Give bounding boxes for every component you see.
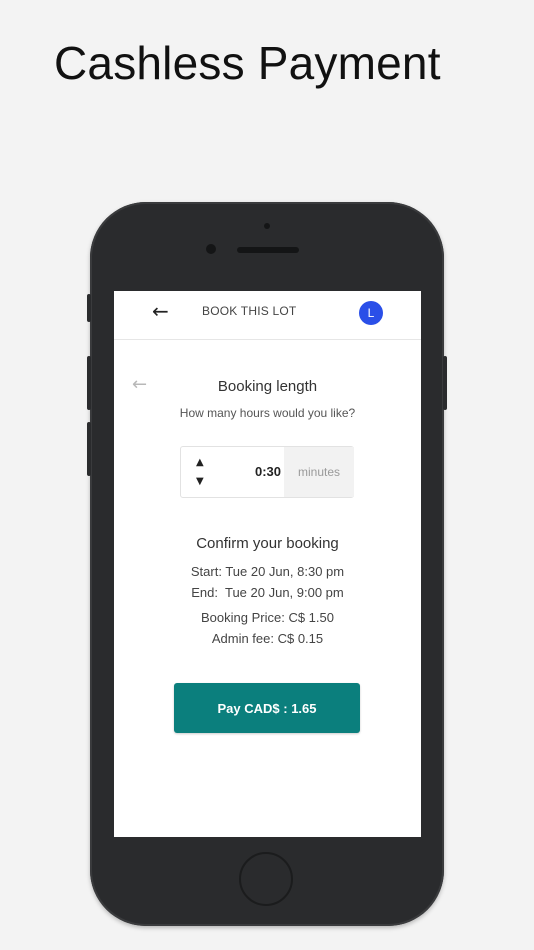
admin-fee: Admin fee: C$ 0.15 <box>211 631 324 646</box>
power-button <box>443 356 447 410</box>
phone-screen: ← BOOK THIS LOT L ← Booking length How m… <box>114 291 421 837</box>
silent-switch <box>87 294 91 322</box>
hours-question: How many hours would you like? <box>179 406 356 420</box>
topbar-title: BOOK THIS LOT <box>202 304 297 318</box>
duration-stepper: ▲ ▼ 0:30 minutes <box>180 446 354 498</box>
front-camera <box>206 244 216 254</box>
earpiece-speaker <box>237 247 299 253</box>
booking-length-heading: Booking length <box>217 378 318 395</box>
avatar[interactable]: L <box>359 301 383 325</box>
volume-up-button <box>87 356 91 410</box>
pay-button[interactable]: Pay CAD$ : 1.65 <box>174 683 360 733</box>
start-time: Start: Tue 20 Jun, 8:30 pm <box>190 564 345 579</box>
app-top-bar: ← BOOK THIS LOT L <box>114 291 421 340</box>
back-arrow-icon[interactable]: ← <box>152 301 169 321</box>
duration-unit: minutes <box>284 447 354 497</box>
duration-value[interactable]: 0:30 <box>255 464 281 479</box>
decrement-arrow-icon[interactable]: ▼ <box>196 477 204 487</box>
proximity-sensor <box>264 223 270 229</box>
volume-down-button <box>87 422 91 476</box>
increment-arrow-icon[interactable]: ▲ <box>196 458 204 468</box>
confirm-heading: Confirm your booking <box>196 535 339 552</box>
home-button <box>239 852 293 906</box>
booking-price: Booking Price: C$ 1.50 <box>201 610 334 625</box>
page-headline: Cashless Payment <box>54 37 441 89</box>
phone-frame: ← BOOK THIS LOT L ← Booking length How m… <box>87 202 447 926</box>
end-time: End: Tue 20 Jun, 9:00 pm <box>191 585 344 600</box>
